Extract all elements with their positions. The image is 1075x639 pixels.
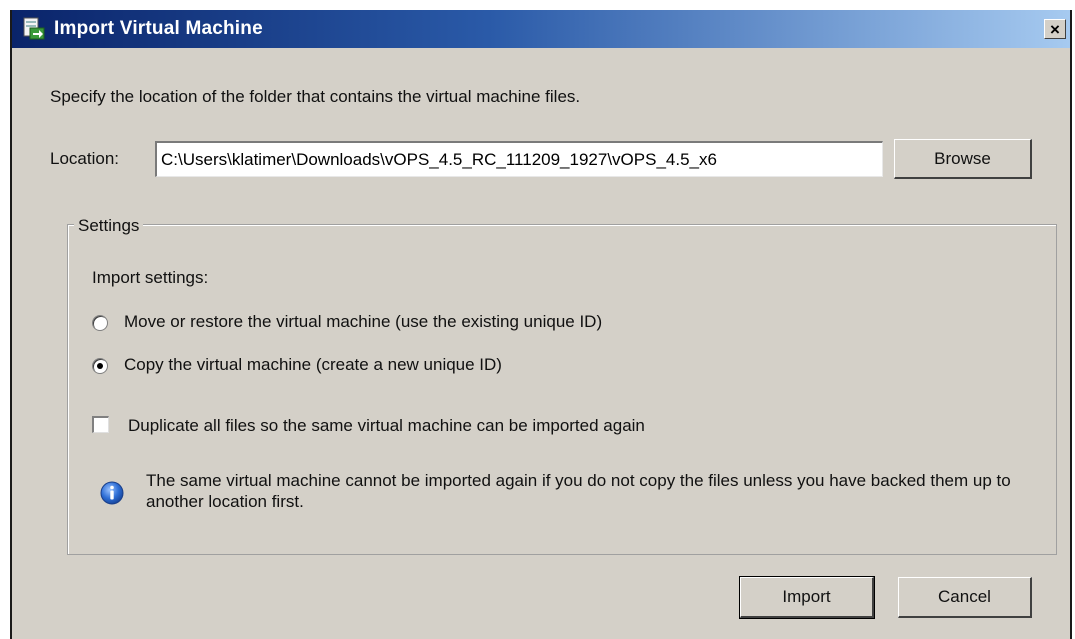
duplicate-files-label[interactable]: Duplicate all files so the same virtual …: [128, 416, 645, 436]
close-button[interactable]: ×: [1044, 19, 1066, 39]
intro-text: Specify the location of the folder that …: [50, 87, 581, 106]
location-label: Location:: [50, 149, 119, 168]
copy-vm-radio[interactable]: [92, 358, 108, 374]
info-message: The same virtual machine cannot be impor…: [146, 471, 1011, 511]
copy-vm-label[interactable]: Copy the virtual machine (create a new u…: [124, 355, 502, 375]
close-icon: ×: [1050, 19, 1060, 39]
settings-group-label: Settings: [74, 216, 144, 236]
radio-selected-dot: [97, 363, 103, 369]
import-button[interactable]: Import: [739, 576, 875, 619]
location-input[interactable]: [155, 141, 883, 177]
import-vm-icon: [22, 17, 48, 41]
info-icon: [100, 481, 124, 505]
cancel-button[interactable]: Cancel: [898, 577, 1032, 618]
import-vm-dialog: Import Virtual Machine × Specify the loc…: [10, 10, 1072, 639]
title-bar[interactable]: Import Virtual Machine ×: [12, 10, 1070, 48]
window-title: Import Virtual Machine: [54, 18, 263, 39]
browse-button[interactable]: Browse: [894, 139, 1032, 179]
import-settings-label: Import settings:: [92, 268, 209, 287]
duplicate-files-checkbox[interactable]: [92, 416, 109, 433]
move-restore-label[interactable]: Move or restore the virtual machine (use…: [124, 312, 602, 332]
move-restore-radio[interactable]: [92, 315, 108, 331]
